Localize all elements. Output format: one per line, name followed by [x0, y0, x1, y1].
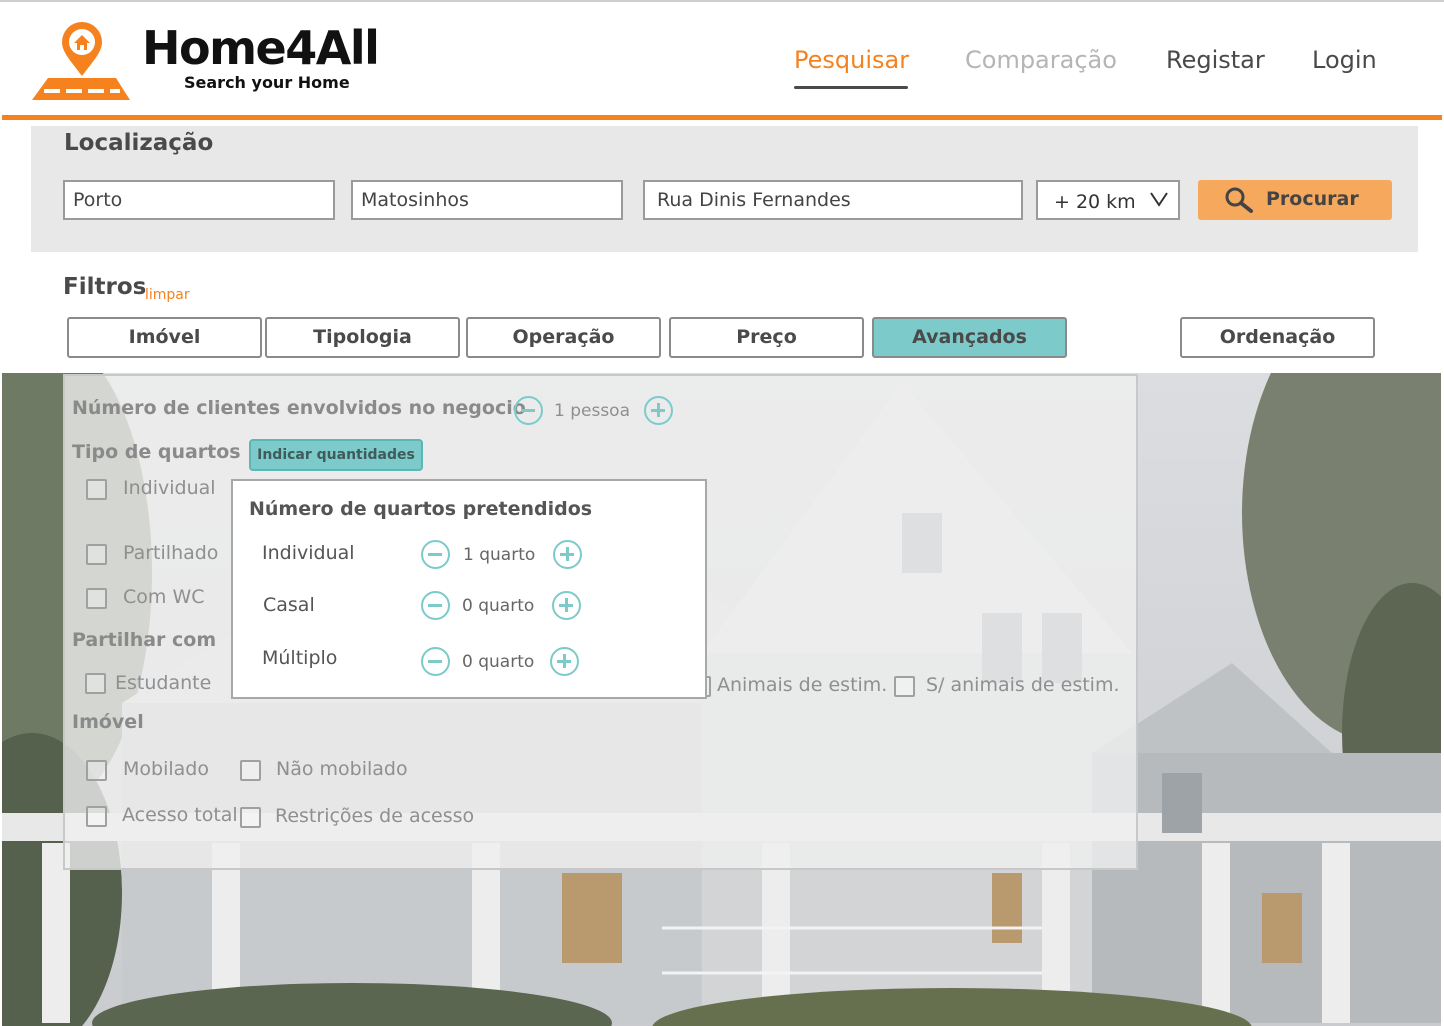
share-pets-label: Animais de estim. — [717, 674, 888, 696]
radius-value: + 20 km — [1054, 191, 1136, 213]
clients-increase-button[interactable] — [644, 396, 673, 425]
search-icon — [1225, 187, 1253, 213]
site-header: Home4All Search your Home Pesquisar Comp… — [0, 0, 1444, 120]
casal-increase-button[interactable] — [552, 591, 581, 620]
sort-button[interactable]: Ordenação — [1180, 317, 1375, 358]
unfurnished-checkbox[interactable] — [240, 760, 261, 781]
popup-multiplo-label: Múltiplo — [262, 647, 338, 669]
casal-decrease-button[interactable] — [421, 591, 450, 620]
full-access-label: Acesso total — [122, 804, 238, 826]
street-input[interactable] — [643, 180, 1023, 220]
nav-login[interactable]: Login — [1312, 46, 1377, 74]
share-student-label: Estudante — [115, 672, 212, 694]
clear-filters-link[interactable]: limpar — [145, 287, 190, 303]
room-shared-checkbox[interactable] — [86, 544, 107, 565]
property-label: Imóvel — [72, 711, 144, 733]
tab-preco[interactable]: Preço — [669, 317, 864, 358]
restricted-access-checkbox[interactable] — [240, 807, 261, 828]
restricted-access-label: Restrições de acesso — [275, 805, 475, 827]
unfurnished-label: Não mobilado — [276, 758, 408, 780]
full-access-checkbox[interactable] — [86, 806, 107, 827]
room-types-label: Tipo de quartos — [72, 441, 241, 463]
share-no-pets-label: S/ animais de estim. — [926, 674, 1120, 696]
tab-imovel[interactable]: Imóvel — [67, 317, 262, 358]
tab-operacao[interactable]: Operação — [466, 317, 661, 358]
search-button-label: Procurar — [1266, 188, 1359, 210]
search-button[interactable]: Procurar — [1198, 180, 1392, 220]
brand-tagline: Search your Home — [184, 73, 350, 92]
map-pin-house-icon — [32, 22, 130, 100]
indicate-quantities-button[interactable]: Indicar quantidades — [249, 439, 423, 471]
nav-comparacao[interactable]: Comparação — [965, 46, 1117, 74]
casal-quantity: 0 quarto — [462, 596, 535, 616]
nav-pesquisar[interactable]: Pesquisar — [794, 46, 909, 74]
multiplo-quantity: 0 quarto — [462, 652, 535, 672]
chevron-down-icon — [1150, 192, 1168, 207]
district-input[interactable] — [63, 180, 335, 220]
municipality-input[interactable] — [351, 180, 623, 220]
individual-quantity: 1 quarto — [463, 545, 536, 565]
clients-decrease-button[interactable] — [514, 396, 543, 425]
furnished-checkbox[interactable] — [86, 760, 107, 781]
clients-label: Número de clientes envolvidos no negocio — [72, 397, 526, 419]
multiplo-decrease-button[interactable] — [421, 647, 450, 676]
share-with-label: Partilhar com — [72, 629, 217, 651]
room-individual-label: Individual — [123, 477, 216, 499]
furnished-label: Mobilado — [123, 758, 209, 780]
individual-decrease-button[interactable] — [421, 540, 450, 569]
room-individual-checkbox[interactable] — [86, 479, 107, 500]
share-student-checkbox[interactable] — [85, 673, 106, 694]
radius-select[interactable]: + 20 km — [1036, 180, 1180, 220]
individual-increase-button[interactable] — [553, 540, 582, 569]
header-divider — [2, 115, 1442, 120]
nav-registar[interactable]: Registar — [1166, 46, 1265, 74]
nav-active-indicator — [794, 86, 908, 89]
clients-value: 1 pessoa — [554, 401, 631, 421]
location-title: Localização — [64, 130, 214, 156]
popup-casal-label: Casal — [263, 594, 315, 616]
filters-title: Filtros — [63, 274, 147, 300]
share-no-pets-checkbox[interactable] — [894, 676, 915, 697]
popup-title: Número de quartos pretendidos — [249, 498, 593, 520]
room-wc-label: Com WC — [123, 586, 205, 608]
room-shared-label: Partilhado — [123, 542, 219, 564]
brand-name: Home4All — [142, 21, 380, 75]
room-wc-checkbox[interactable] — [86, 588, 107, 609]
popup-individual-label: Individual — [262, 542, 355, 564]
tab-avancados[interactable]: Avançados — [872, 317, 1067, 358]
multiplo-increase-button[interactable] — [550, 647, 579, 676]
tab-tipologia[interactable]: Tipologia — [265, 317, 460, 358]
